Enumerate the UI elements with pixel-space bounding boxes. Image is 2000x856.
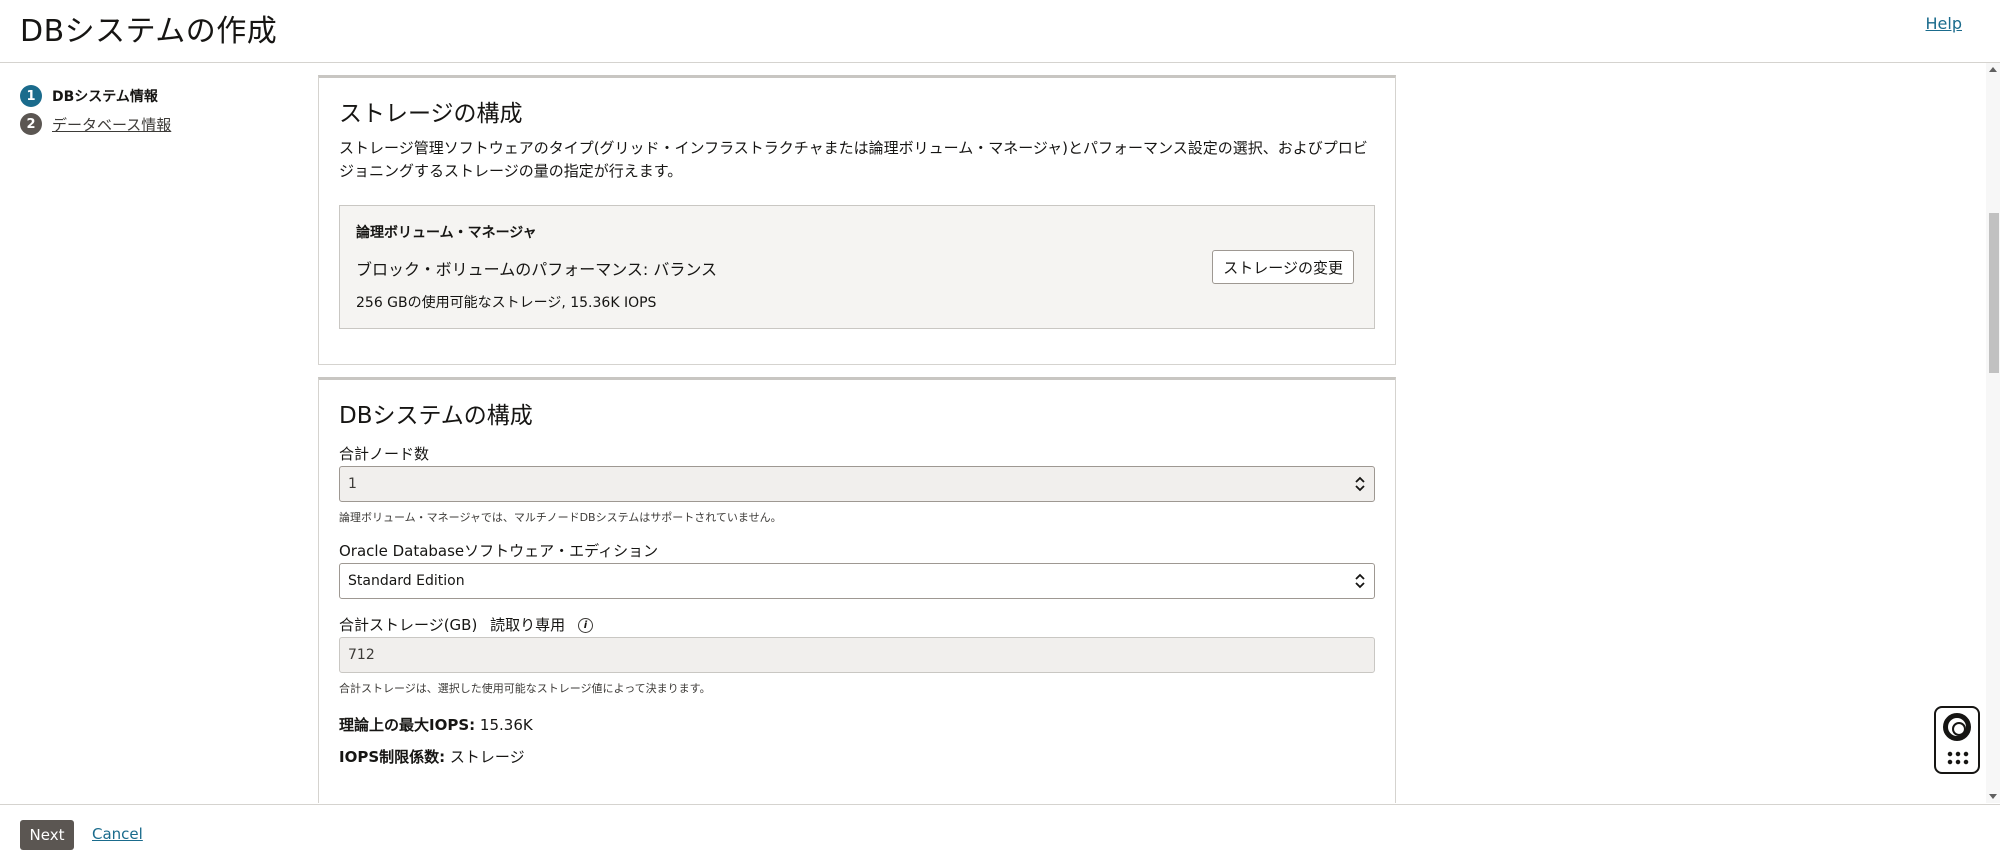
max-iops-row: 理論上の最大IOPS: 15.36K	[339, 714, 533, 735]
db-system-config-card: DBシステムの構成 合計ノード数 1 論理ボリューム・マネージャでは、マルチノー…	[318, 377, 1396, 803]
total-nodes-value: 1	[348, 476, 357, 492]
scroll-down-arrow-icon[interactable]	[1989, 794, 1997, 799]
total-nodes-help: 論理ボリューム・マネージャでは、マルチノードDBシステムはサポートされていません…	[339, 511, 782, 524]
info-icon[interactable]: i	[577, 618, 593, 633]
storage-type-title: 論理ボリューム・マネージャ	[356, 225, 537, 241]
total-storage-label-row: 合計ストレージ(GB) 読取り専用 i	[339, 614, 593, 635]
iops-limit-label: IOPS制限係数:	[339, 748, 446, 766]
storage-capacity: 256 GBの使用可能なストレージ, 15.36K IOPS	[356, 295, 657, 311]
cancel-link[interactable]: Cancel	[92, 825, 143, 843]
scroll-thumb[interactable]	[1989, 213, 1999, 373]
iops-limit-value: ストレージ	[449, 748, 525, 766]
storage-performance: ブロック・ボリュームのパフォーマンス: バランス	[356, 260, 718, 279]
page-title: DBシステムの作成	[20, 14, 278, 49]
edition-select[interactable]: Standard Edition	[339, 563, 1375, 599]
storage-summary-box: 論理ボリューム・マネージャ ブロック・ボリュームのパフォーマンス: バランス 2…	[339, 205, 1375, 329]
change-storage-button[interactable]: ストレージの変更	[1212, 250, 1354, 284]
total-storage-value: 712	[348, 647, 375, 663]
storage-config-title: ストレージの構成	[339, 101, 523, 127]
main-content: ストレージの構成 ストレージ管理ソフトウェアのタイプ(グリッド・インフラストラク…	[0, 63, 2000, 803]
next-button[interactable]: Next	[20, 820, 74, 850]
iops-limit-row: IOPS制限係数: ストレージ	[339, 746, 525, 767]
lifebuoy-icon	[1943, 713, 1971, 741]
storage-config-card: ストレージの構成 ストレージ管理ソフトウェアのタイプ(グリッド・インフラストラク…	[318, 75, 1396, 365]
db-system-config-title: DBシステムの構成	[339, 403, 533, 429]
total-nodes-label: 合計ノード数	[339, 445, 430, 463]
storage-config-description: ストレージ管理ソフトウェアのタイプ(グリッド・インフラストラクチャまたは論理ボリ…	[339, 139, 1368, 180]
total-nodes-select[interactable]: 1	[339, 466, 1375, 502]
total-storage-help: 合計ストレージは、選択した使用可能なストレージ値によって決まります。	[339, 682, 711, 695]
max-iops-label: 理論上の最大IOPS:	[339, 716, 476, 734]
total-storage-field: 712	[339, 637, 1375, 673]
grid-dots-icon	[1946, 750, 1970, 766]
page-header: DBシステムの作成 Help	[0, 0, 2000, 63]
readonly-label: 読取り専用	[490, 616, 566, 634]
chevron-updown-icon	[1355, 476, 1365, 492]
help-link[interactable]: Help	[1926, 14, 1962, 33]
total-storage-label: 合計ストレージ(GB)	[339, 616, 478, 634]
footer-bar: Next Cancel	[0, 804, 2000, 856]
max-iops-value: 15.36K	[479, 716, 533, 734]
chevron-updown-icon	[1355, 573, 1365, 589]
help-widget-button[interactable]	[1934, 706, 1980, 774]
scroll-up-arrow-icon[interactable]	[1989, 67, 1997, 72]
edition-value: Standard Edition	[348, 573, 465, 589]
vertical-scrollbar[interactable]	[1986, 63, 2000, 803]
edition-label: Oracle Databaseソフトウェア・エディション	[339, 542, 659, 560]
